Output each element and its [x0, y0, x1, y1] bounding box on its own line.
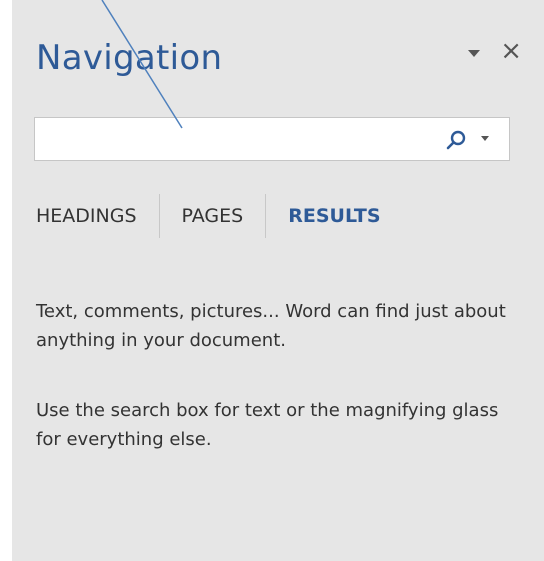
search-box[interactable]	[34, 117, 510, 161]
search-instructions-text: Use the search box for text or the magni…	[36, 400, 499, 450]
search-options-dropdown-icon[interactable]	[481, 136, 489, 141]
search-input[interactable]	[35, 118, 435, 160]
magnifier-icon[interactable]	[445, 129, 467, 151]
results-hint-text: Text, comments, pictures... Word can fin…	[36, 301, 506, 351]
tab-headings[interactable]: HEADINGS	[36, 194, 160, 238]
navigation-pane: Navigation × HEADINGS PAGES RESULTS Text…	[12, 0, 544, 561]
pane-title: Navigation	[36, 38, 223, 78]
pane-options-dropdown-icon[interactable]	[468, 50, 480, 57]
tab-pages[interactable]: PAGES	[160, 194, 267, 238]
tab-results[interactable]: RESULTS	[266, 194, 402, 238]
screenshot-stage: Navigation × HEADINGS PAGES RESULTS Text…	[0, 0, 544, 561]
close-icon[interactable]: ×	[500, 38, 522, 64]
navigation-tabs: HEADINGS PAGES RESULTS	[36, 194, 403, 238]
